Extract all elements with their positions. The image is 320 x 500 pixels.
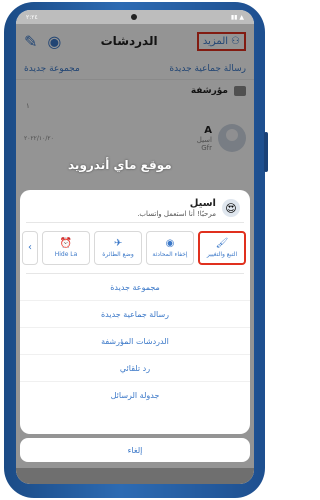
- contact-status: مرحبًا! أنا استعمل واتساب.: [137, 210, 216, 218]
- partial-icon: ›: [28, 242, 32, 253]
- status-icons: ▮▮ ▲: [230, 13, 244, 21]
- cancel-button[interactable]: إلغاء: [20, 438, 250, 462]
- status-time: ٢:٢٤: [26, 13, 38, 21]
- alarm-icon: ⏰: [59, 237, 73, 249]
- action-label: إخفاء المحادثة: [152, 250, 188, 258]
- action-label: Hide La: [54, 250, 78, 258]
- options-menu: مجموعة جديدة رسالة جماعية جديدة الدردشات…: [20, 274, 250, 409]
- watermark: موقع ماي أندرويد: [68, 158, 172, 172]
- menu-item-archived-chats[interactable]: الدردشات المؤرشفة: [20, 328, 250, 355]
- quick-actions: 🖌 التبع والتغيير ◉ إخفاء المحادثة ✈ وضع …: [20, 223, 250, 273]
- menu-item-new-broadcast[interactable]: رسالة جماعية جديدة: [20, 301, 250, 328]
- emoji-icon: 😍: [225, 201, 237, 215]
- contact-avatar: 😍: [222, 199, 240, 217]
- airplane-icon: ✈: [113, 237, 123, 249]
- theme-action-button[interactable]: 🖌 التبع والتغيير: [198, 231, 246, 265]
- paint-roller-icon: 🖌: [215, 237, 229, 249]
- hide-chat-action-button[interactable]: ◉ إخفاء المحادثة: [146, 231, 194, 265]
- sheet-header-text: اسيل مرحبًا! أنا استعمل واتساب.: [137, 198, 216, 218]
- chat-options-sheet: 😍 اسيل مرحبًا! أنا استعمل واتساب. 🖌 التب…: [20, 190, 250, 434]
- action-label: وضع الطائرة: [102, 250, 134, 258]
- action-label: التبع والتغيير: [206, 250, 238, 258]
- hide-last-seen-action-button[interactable]: ⏰ Hide La: [42, 231, 90, 265]
- navigation-bar: [16, 468, 254, 484]
- status-bar: ٢:٢٤ ▮▮ ▲: [16, 10, 254, 24]
- contact-name: اسيل: [189, 198, 216, 209]
- phone-body: ٢:٢٤ ▮▮ ▲ ✎ ◉ الدردشات المزيد ⚇ مجموعة ج…: [4, 2, 268, 498]
- menu-item-schedule-messages[interactable]: جدولة الرسائل: [20, 382, 250, 409]
- camera-dot-icon: [131, 14, 138, 20]
- menu-item-auto-reply[interactable]: رد تلقائي: [20, 355, 250, 382]
- phone-screen: ٢:٢٤ ▮▮ ▲ ✎ ◉ الدردشات المزيد ⚇ مجموعة ج…: [16, 10, 254, 484]
- eye-icon: ◉: [165, 237, 175, 249]
- menu-item-new-group[interactable]: مجموعة جديدة: [20, 274, 250, 301]
- power-button: [264, 132, 268, 172]
- airplane-mode-action-button[interactable]: ✈ وضع الطائرة: [94, 231, 142, 265]
- more-actions-partial[interactable]: ›: [22, 231, 38, 265]
- device-frame: ٢:٢٤ ▮▮ ▲ ✎ ◉ الدردشات المزيد ⚇ مجموعة ج…: [0, 0, 269, 500]
- sheet-header: 😍 اسيل مرحبًا! أنا استعمل واتساب.: [20, 190, 250, 222]
